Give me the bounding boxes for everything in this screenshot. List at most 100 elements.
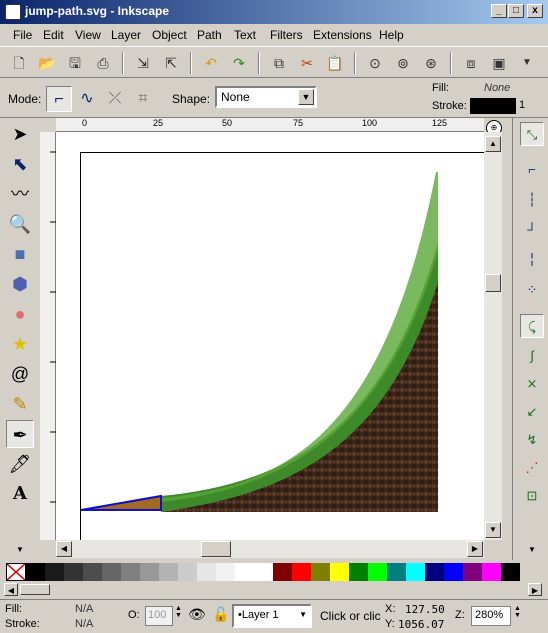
color-swatch[interactable]	[368, 563, 387, 581]
spiro-mode-icon[interactable]: ∿	[74, 86, 100, 112]
3d-box-tool-icon[interactable]: ⬢	[6, 270, 34, 298]
vertical-scroll-thumb[interactable]	[485, 274, 501, 292]
palette-scrollbar[interactable]: ◀ ▶	[0, 583, 548, 597]
node-tool-icon[interactable]: ⬉	[6, 150, 34, 178]
toolbox-more-icon[interactable]: ▼	[6, 536, 34, 564]
horizontal-scrollbar[interactable]: ◀ ▶	[56, 540, 484, 558]
color-swatch[interactable]	[216, 563, 235, 581]
palette-scroll-thumb[interactable]	[20, 584, 50, 595]
menu-file[interactable]: File	[13, 28, 32, 42]
menu-text[interactable]: Text	[234, 28, 256, 42]
scroll-down-icon[interactable]: ▼	[485, 522, 501, 538]
zoom-page-icon[interactable]: ⊛	[420, 52, 442, 74]
chevron-down-icon[interactable]: ▼	[298, 89, 314, 105]
pencil-tool-icon[interactable]: ✎	[6, 390, 34, 418]
zoom-drawing-icon[interactable]: ⊚	[392, 52, 414, 74]
color-swatch[interactable]	[26, 563, 45, 581]
snap-smooth-icon[interactable]: ↯	[520, 428, 544, 452]
clone-icon[interactable]: ▣	[488, 52, 510, 74]
menu-path[interactable]: Path	[197, 28, 222, 42]
color-swatch[interactable]	[178, 563, 197, 581]
maximize-button[interactable]: □	[508, 4, 524, 18]
color-swatch[interactable]	[292, 563, 311, 581]
color-swatch[interactable]	[482, 563, 501, 581]
ellipse-tool-icon[interactable]: ●	[6, 300, 34, 328]
zoom-input[interactable]: 280%	[471, 606, 511, 626]
snap-toggle-icon[interactable]: ⤡	[520, 122, 544, 146]
palette-scroll-left-icon[interactable]: ◀	[4, 583, 18, 596]
save-icon[interactable]: 🖫	[64, 52, 86, 74]
snap-bbox-midpoint-icon[interactable]: ╎	[520, 248, 544, 272]
menu-object[interactable]: Object	[152, 28, 187, 42]
selector-tool-icon[interactable]: ➤	[6, 120, 34, 148]
star-tool-icon[interactable]: ★	[6, 330, 34, 358]
import-icon[interactable]: ⇲	[132, 52, 154, 74]
color-swatch[interactable]	[102, 563, 121, 581]
fill-indicator[interactable]: None	[484, 82, 510, 94]
color-swatch[interactable]	[121, 563, 140, 581]
scroll-up-icon[interactable]: ▲	[485, 136, 501, 152]
export-icon[interactable]: ⇱	[160, 52, 182, 74]
rectangle-tool-icon[interactable]: ■	[6, 240, 34, 268]
drawing-canvas[interactable]	[56, 132, 484, 540]
open-icon[interactable]: 📂	[36, 52, 58, 74]
spiral-tool-icon[interactable]: @	[6, 360, 34, 388]
new-document-icon[interactable]: 🗋	[8, 52, 30, 74]
color-swatch[interactable]	[349, 563, 368, 581]
color-swatch[interactable]	[64, 563, 83, 581]
zigzag-mode-icon[interactable]: ⤫	[102, 86, 128, 112]
color-swatch[interactable]	[45, 563, 64, 581]
copy-icon[interactable]: ⧉	[268, 52, 290, 74]
pen-tool-icon[interactable]: ✒	[6, 420, 34, 448]
opacity-stepper-icon[interactable]: ▲ ▼	[175, 605, 182, 619]
redo-icon[interactable]: ↷	[228, 52, 250, 74]
cut-icon[interactable]: ✂	[296, 52, 318, 74]
print-icon[interactable]: ⎙	[92, 52, 114, 74]
snap-bbox-center-icon[interactable]: ⁘	[520, 278, 544, 302]
color-swatch[interactable]	[273, 563, 292, 581]
zoom-stepper-icon[interactable]: ▲ ▼	[514, 605, 521, 619]
menu-help[interactable]: Help	[379, 28, 404, 42]
zoom-selection-icon[interactable]: ⊙	[364, 52, 386, 74]
snap-paths-icon[interactable]: ∫	[520, 344, 544, 368]
bezier-mode-icon[interactable]: ⌐	[46, 86, 72, 112]
paste-icon[interactable]: 📋	[324, 52, 346, 74]
lock-icon[interactable]: 🔓	[212, 606, 229, 623]
shape-select[interactable]: None ▼	[215, 86, 317, 108]
menu-edit[interactable]: Edit	[43, 28, 64, 42]
no-paint-swatch[interactable]	[6, 563, 26, 581]
snap-centers-icon[interactable]: ⊡	[520, 484, 544, 508]
horizontal-scroll-thumb[interactable]	[201, 541, 231, 557]
text-tool-icon[interactable]: A	[6, 480, 34, 508]
vertical-scrollbar[interactable]: ▲ ▼	[484, 132, 502, 540]
tweak-tool-icon[interactable]: 〰	[6, 180, 34, 208]
snap-intersections-icon[interactable]: ⨯	[520, 372, 544, 396]
color-swatch[interactable]	[140, 563, 159, 581]
stroke-swatch[interactable]	[470, 98, 516, 114]
visibility-eye-icon[interactable]: 👁	[188, 606, 206, 623]
color-swatch[interactable]	[330, 563, 349, 581]
toolbar-overflow-icon[interactable]: ▼	[516, 52, 538, 74]
snap-bbox-edge-icon[interactable]: ┆	[520, 188, 544, 212]
color-swatch[interactable]	[387, 563, 406, 581]
paraxial-mode-icon[interactable]: ⌗	[130, 86, 156, 112]
color-swatch[interactable]	[159, 563, 178, 581]
layer-select[interactable]: •Layer 1 ▼	[232, 604, 312, 628]
menu-extensions[interactable]: Extensions	[313, 28, 372, 42]
palette-scroll-right-icon[interactable]: ▶	[528, 583, 542, 596]
color-swatch[interactable]	[444, 563, 463, 581]
color-swatch[interactable]	[425, 563, 444, 581]
undo-icon[interactable]: ↶	[200, 52, 222, 74]
scroll-left-icon[interactable]: ◀	[56, 541, 72, 557]
zoom-tool-icon[interactable]: 🔍	[6, 210, 34, 238]
minimize-button[interactable]: _	[491, 4, 507, 18]
calligraphy-tool-icon[interactable]: 🖋	[6, 450, 34, 478]
snapbar-more-icon[interactable]: ▼	[520, 538, 544, 562]
menu-layer[interactable]: Layer	[111, 28, 141, 42]
color-swatch[interactable]	[197, 563, 216, 581]
color-swatch[interactable]	[406, 563, 425, 581]
scroll-right-icon[interactable]: ▶	[467, 541, 483, 557]
duplicate-icon[interactable]: ⧈	[460, 52, 482, 74]
opacity-input[interactable]: 100	[145, 606, 173, 626]
left-ruler[interactable]	[40, 132, 56, 540]
